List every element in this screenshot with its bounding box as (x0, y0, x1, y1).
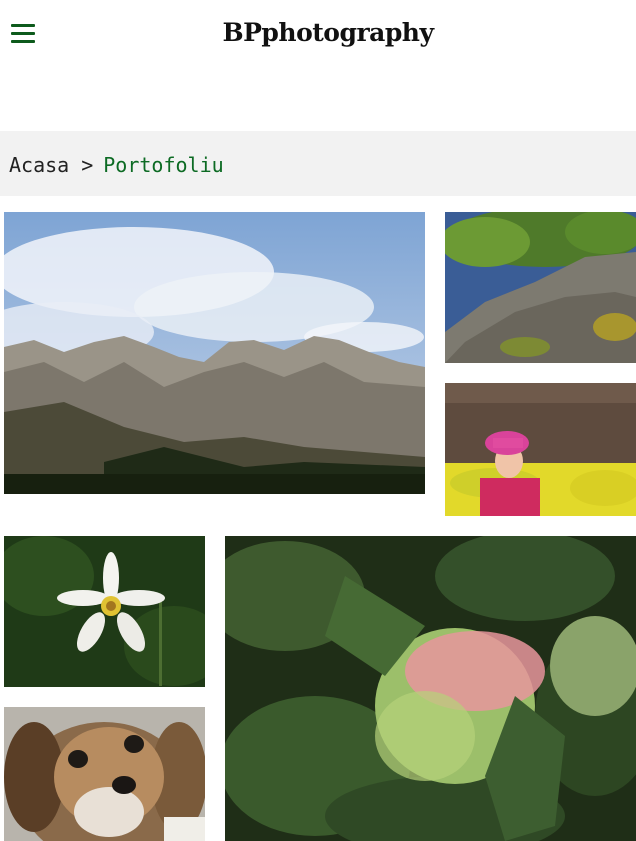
breadcrumb-current[interactable]: Portofoliu (103, 153, 223, 177)
site-header: BPphotography (0, 0, 636, 70)
gallery-photo-dog[interactable] (4, 707, 205, 841)
breadcrumb-home-link[interactable]: Acasa (9, 153, 69, 177)
breadcrumb: Acasa > Portofoliu (0, 131, 636, 196)
gallery-photo-girl-in-field[interactable] (445, 383, 636, 516)
gallery-photo-tree-trunk[interactable] (445, 212, 636, 363)
gallery-photo-apple[interactable] (225, 536, 636, 841)
gallery-photo-mountains[interactable] (4, 212, 425, 494)
gallery-photo-white-flower[interactable] (4, 536, 205, 687)
breadcrumb-separator: > (81, 153, 94, 177)
site-logo[interactable]: BPphotography (0, 18, 636, 47)
